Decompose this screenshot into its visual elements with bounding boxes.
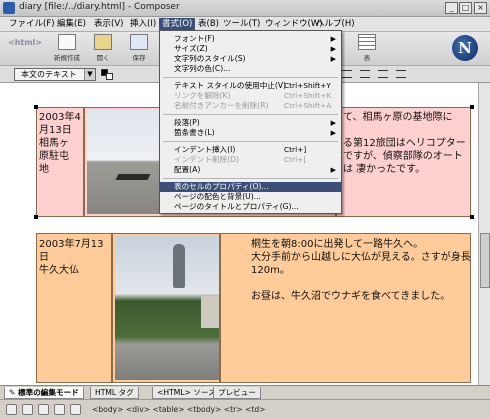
chevron-down-icon: ▼	[84, 69, 95, 80]
tab-html-source[interactable]: <HTML> ソース	[152, 387, 221, 399]
minimize-button[interactable]: _	[445, 2, 458, 14]
menu-item-paragraph[interactable]: 段落(P) ▶	[160, 118, 341, 128]
entry2-text: 桐生を朝8:00に出発して一路牛久へ。 大分手前から山越しに大仏が見える。さすが…	[251, 239, 471, 302]
menu-separator	[163, 141, 338, 142]
new-button[interactable]: 新規作成	[52, 34, 82, 64]
menu-separator	[163, 114, 338, 115]
save-icon	[130, 34, 148, 50]
menu-separator	[163, 77, 338, 78]
maximize-button[interactable]: □	[459, 2, 472, 14]
menu-item-remove-link[interactable]: リンクを解除(K) Ctrl+Shift+K	[160, 91, 341, 101]
navigator-icon[interactable]	[6, 404, 17, 415]
scrollbar-thumb[interactable]	[480, 233, 490, 288]
menu-item-font[interactable]: フォント(F) ▶	[160, 34, 341, 44]
entry1-date: 2003年4 月13日 相馬ヶ 原駐屯 地	[39, 112, 81, 175]
tag-path: <body> <div> <table> <tbody> <tr> <td>	[92, 405, 266, 414]
menu-item-size[interactable]: サイズ(Z) ▶	[160, 44, 341, 54]
menu-separator	[163, 178, 338, 179]
menu-item-remove-anchor[interactable]: 名前付きアンカーを削除(R) Ctrl+Shift+A	[160, 101, 341, 111]
photo-ramp-shape	[115, 174, 151, 180]
selection-handle[interactable]	[470, 105, 474, 109]
photo-statue-shape	[173, 244, 185, 288]
menu-file[interactable]: ファイル(F)	[6, 18, 58, 31]
submenu-arrow-icon: ▶	[330, 119, 336, 127]
table-cell-date-1[interactable]: 2003年4 月13日 相馬ヶ 原駐屯 地	[36, 107, 84, 217]
align-right-icon[interactable]	[378, 70, 388, 78]
menu-item-cell-properties[interactable]: 表のセルのプロパティ(O)...	[160, 182, 341, 192]
html-mode-icon: <html>	[8, 38, 43, 47]
submenu-arrow-icon: ▶	[330, 166, 336, 174]
table-icon	[358, 34, 376, 50]
menu-item-indent[interactable]: インデント挿入(I) Ctrl+]	[160, 145, 341, 155]
menu-item-list[interactable]: 箇条書き(L) ▶	[160, 128, 341, 138]
chat-icon[interactable]	[70, 404, 81, 415]
menu-item-text-color[interactable]: 文字列の色(C)...	[160, 64, 341, 74]
selection-handle[interactable]	[470, 215, 474, 219]
tab-html-tags[interactable]: HTML タグ	[90, 387, 139, 399]
open-button[interactable]: 開く	[88, 34, 118, 64]
entry1-text: て、相馬ヶ原の基地際に る第12旅団はヘリコプター ですが、偵察部隊のオート は…	[343, 112, 466, 175]
save-button[interactable]: 保存	[124, 34, 154, 64]
format-menu-dropdown: フォント(F) ▶ サイズ(Z) ▶ 文字列のスタイル(S) ▶ 文字列の色(C)..…	[159, 30, 342, 214]
photo-building-shape	[201, 296, 219, 328]
status-bar: <body> <div> <table> <tbody> <tr> <td>	[0, 399, 490, 419]
background-color-swatch[interactable]	[106, 73, 113, 80]
folder-icon	[94, 34, 112, 50]
selection-handle[interactable]	[34, 215, 38, 219]
menu-item-text-style[interactable]: 文字列のスタイル(S) ▶	[160, 54, 341, 64]
tab-preview[interactable]: プレビュー	[213, 387, 261, 399]
edit-mode-tabs: ✎ 標準の編集モード HTML タグ <HTML> ソース プレビュー	[0, 385, 490, 399]
submenu-arrow-icon: ▶	[330, 55, 336, 63]
paragraph-style-value: 本文のテキスト	[21, 70, 77, 79]
mail-icon[interactable]	[22, 404, 33, 415]
pencil-icon: ✎	[9, 388, 19, 397]
align-justify-icon[interactable]	[396, 70, 406, 78]
title-bar: diary [file:/../diary.html] - Composer _…	[0, 0, 490, 17]
window-title: diary [file:/../diary.html] - Composer	[19, 2, 180, 12]
table-button[interactable]: 表	[352, 34, 382, 64]
address-book-icon[interactable]	[54, 404, 65, 415]
table-cell-date-2[interactable]: 2003年7月13 日 牛久大仏	[36, 233, 112, 383]
align-left-icon[interactable]	[342, 70, 352, 78]
menu-item-page-colors[interactable]: ページの配色と背景(U)...	[160, 192, 341, 202]
submenu-arrow-icon: ▶	[330, 45, 336, 53]
table-cell-photo-2[interactable]	[112, 233, 220, 383]
paragraph-style-select[interactable]: 本文のテキスト ▼	[14, 68, 96, 81]
submenu-arrow-icon: ▶	[330, 129, 336, 137]
entry2-date: 2003年7月13 日 牛久大仏	[39, 239, 104, 276]
menu-view[interactable]: 表示(V)	[91, 18, 126, 31]
align-center-icon[interactable]	[360, 70, 370, 78]
vertical-scrollbar[interactable]	[478, 83, 490, 385]
tab-normal-edit[interactable]: ✎ 標準の編集モード	[4, 387, 84, 399]
menu-item-align[interactable]: 配置(A) ▶	[160, 165, 341, 175]
table-cell-text-2[interactable]: 桐生を朝8:00に出発して一路牛久へ。 大分手前から山越しに大仏が見える。さすが…	[220, 233, 471, 383]
selection-handle[interactable]	[34, 105, 38, 109]
menu-item-outdent[interactable]: インデント削除(D) Ctrl+[	[160, 155, 341, 165]
menu-item-page-properties[interactable]: ページのタイトルとプロパティ(G)...	[160, 202, 341, 212]
photo-buddha-image	[115, 236, 219, 380]
composer-icon[interactable]	[38, 404, 49, 415]
submenu-arrow-icon: ▶	[330, 35, 336, 43]
table-cell-text-1[interactable]: て、相馬ヶ原の基地際に る第12旅団はヘリコプター ですが、偵察部隊のオート は…	[336, 107, 471, 217]
netscape-logo-icon[interactable]: N	[452, 35, 478, 61]
app-icon	[3, 2, 15, 14]
close-button[interactable]: ×	[474, 2, 487, 14]
new-doc-icon	[58, 34, 76, 50]
menu-edit[interactable]: 編集(E)	[54, 18, 89, 31]
menu-item-remove-styles[interactable]: テキスト スタイルの使用中止(V) Ctrl+Shift+Y	[160, 81, 341, 91]
menu-insert[interactable]: 挿入(I)	[127, 18, 159, 31]
